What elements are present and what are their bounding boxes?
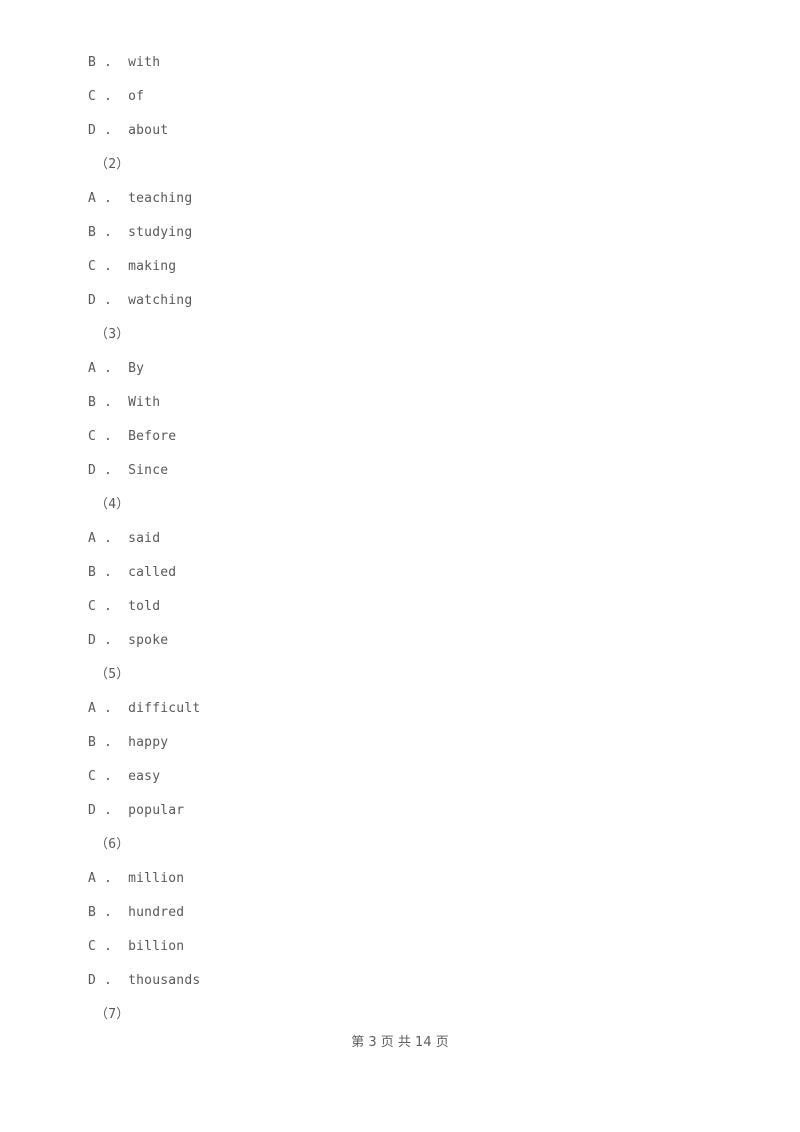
question-options-list: B . with C . of D . about （2） A . teaching B … [88, 46, 708, 1032]
answer-option: D . thousands [88, 973, 201, 988]
question-number: （6） [95, 837, 130, 852]
answer-option: B . With [88, 395, 161, 410]
answer-option: D . Since [88, 463, 169, 478]
answer-option: B . happy [88, 735, 169, 750]
question-number: （4） [95, 497, 130, 512]
answer-option: D . popular [88, 803, 185, 818]
answer-option: D . about [88, 123, 169, 138]
answer-option: C . told [88, 599, 161, 614]
answer-option: C . billion [88, 939, 185, 954]
answer-option: A . said [88, 531, 161, 546]
question-number: （3） [95, 327, 130, 342]
question-number: （7） [95, 1007, 130, 1022]
answer-option: A . million [88, 871, 185, 886]
answer-option: B . with [88, 55, 161, 70]
answer-option: C . easy [88, 769, 161, 784]
answer-option: D . spoke [88, 633, 169, 648]
answer-option: B . hundred [88, 905, 185, 920]
answer-option: C . Before [88, 429, 177, 444]
answer-option: B . called [88, 565, 177, 580]
page-footer: 第 3 页 共 14 页 [351, 1035, 449, 1050]
answer-option: D . watching [88, 293, 193, 308]
answer-option: A . By [88, 361, 145, 376]
question-number: （2） [95, 157, 130, 172]
document-page: B . with C . of D . about （2） A . teaching B … [0, 0, 800, 1132]
answer-option: A . difficult [88, 701, 201, 716]
question-number: （5） [95, 667, 130, 682]
answer-option: C . of [88, 89, 145, 104]
answer-option: C . making [88, 259, 177, 274]
answer-option: B . studying [88, 225, 193, 240]
answer-option: A . teaching [88, 191, 193, 206]
